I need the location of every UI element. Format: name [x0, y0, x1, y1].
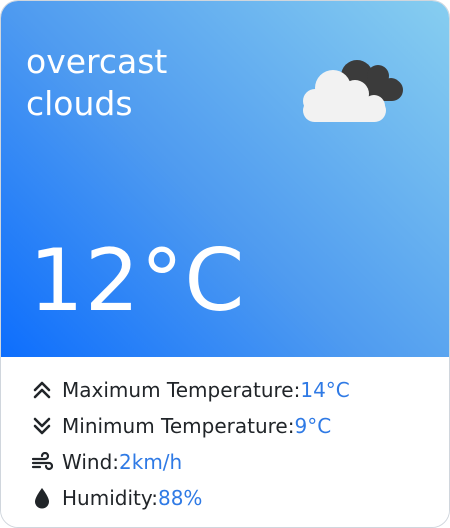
humidity-label: Humidity: — [62, 486, 158, 510]
weather-description: overcast clouds — [26, 42, 168, 123]
max-temperature-label: Maximum Temperature: — [62, 378, 301, 402]
wind-icon — [31, 451, 53, 473]
chevron-double-up-icon — [31, 379, 53, 401]
humidity-row: Humidity: ​88% — [31, 483, 202, 513]
chevron-double-down-icon — [31, 415, 53, 437]
current-temperature: 12°C — [29, 231, 246, 331]
min-temperature-label: Minimum Temperature: — [62, 414, 295, 438]
min-temperature-value: 9°C — [294, 414, 332, 438]
weather-hero-panel: overcast clouds 12°C — [1, 1, 449, 357]
weather-card: overcast clouds 12°C Maximum Temperature… — [0, 0, 450, 528]
wind-label: Wind: — [62, 450, 120, 474]
overcast-clouds-icon — [303, 60, 403, 122]
min-temperature-row: Minimum Temperature: ​9°C — [31, 411, 331, 441]
wind-value: 2km/h — [119, 450, 183, 474]
weather-details-list: Maximum Temperature: ​14°C Minimum Tempe… — [1, 357, 449, 527]
droplet-icon — [31, 487, 53, 509]
humidity-value: 88% — [157, 486, 203, 510]
wind-row: Wind: ​2km/h — [31, 447, 182, 477]
max-temperature-value: 14°C — [300, 378, 350, 402]
max-temperature-row: Maximum Temperature: ​14°C — [31, 375, 350, 405]
